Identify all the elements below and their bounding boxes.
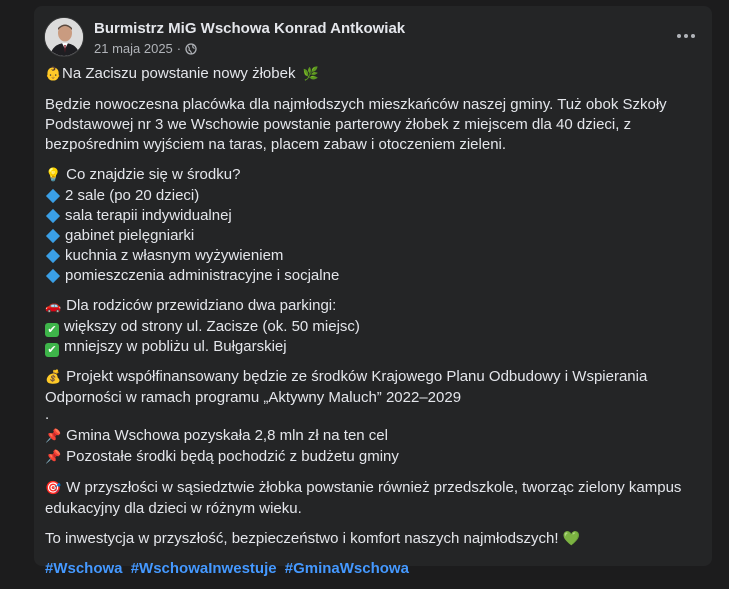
pushpin-emoji-icon: 📌 [45,429,62,444]
list-item: sala terapii indywidualnej [45,206,685,226]
green-heart-icon: 💚 [562,531,581,547]
more-dot [684,34,688,38]
author-name[interactable]: Burmistrz MiG Wschowa Konrad Antkowiak [94,20,405,37]
more-dot [691,34,695,38]
list-item-text: 2 sale (po 20 dzieci) [65,187,200,204]
check-mark-icon: ✔ [45,343,59,357]
post-body: 👶Na Zaciszu powstanie nowy żłobek 🌿 Będz… [45,64,685,589]
blue-diamond-icon [45,188,61,204]
money-list: 📌 Gmina Wschowa pozyskała 2,8 mln zł na … [45,426,685,468]
future-paragraph: 🎯 W przyszłości w sąsiedztwie żłobka pow… [45,478,685,519]
hashtag-link[interactable]: #WschowaInwestuje [131,560,277,577]
list-item-text: mniejszy w pobliżu ul. Bułgarskiej [64,338,287,355]
parking-list: 🚗 Dla rodziców przewidziano dwa parkingi… [45,296,685,357]
hashtag-link[interactable]: #GminaWschowa [285,560,409,577]
avatar-portrait-icon [45,18,83,56]
future-line: W przyszłości w sąsiedztwie żłobka powst… [66,479,682,496]
list-item: pomieszczenia administracyjne i socjalne [45,266,685,286]
post-date[interactable]: 21 maja 2025 [94,41,173,56]
intro-line: Podstawowej nr 3 we Wschowie powstanie p… [45,116,632,133]
funding-line: Projekt współfinansowany będzie ze środk… [66,368,648,385]
post-meta: 21 maja 2025 · [94,41,197,56]
target-emoji-icon: 🎯 [45,481,62,496]
list-item-text: Gmina Wschowa pozyskała 2,8 mln zł na te… [66,427,388,444]
list-item-text: sala terapii indywidualnej [65,207,232,224]
hashtags: #Wschowa #WschowaInwestuje #GminaWschowa [45,559,685,579]
list-item: ✔ mniejszy w pobliżu ul. Bułgarskiej [45,337,685,357]
intro-line: bezpośrednim wyjściem na taras, placem z… [45,136,507,153]
parking-heading: Dla rodziców przewidziano dwa parkingi: [66,297,337,314]
baby-emoji-icon: 👶 [45,67,62,82]
avatar[interactable] [44,17,84,57]
pushpin-emoji-icon: 📌 [45,450,62,465]
list-item-text: kuchnia z własnym wyżywieniem [65,247,284,264]
globe-icon [185,42,197,55]
list-item: kuchnia z własnym wyżywieniem [45,246,685,266]
inside-heading: Co znajdzie się w środku? [66,166,241,183]
closing-paragraph: To inwestycja w przyszłość, bezpieczeńst… [45,529,685,549]
future-line: edukacyjny dla dzieci w różnym wieku. [45,500,302,517]
list-item-text: gabinet pielęgniarki [65,227,195,244]
post-header: Burmistrz MiG Wschowa Konrad Antkowiak 2… [44,14,702,64]
money-bag-emoji-icon: 💰 [45,370,62,385]
list-item-text: pomieszczenia administracyjne i socjalne [65,267,340,284]
post-card: Burmistrz MiG Wschowa Konrad Antkowiak 2… [34,6,712,577]
funding-line: Odporności w ramach programu „Aktywny Ma… [45,389,462,406]
list-item-text: Pozostałe środki będą pochodzić z budżet… [66,448,399,465]
hashtag-link[interactable]: #Wschowa [45,560,123,577]
list-item: gabinet pielęgniarki [45,226,685,246]
headline-paragraph: 👶Na Zaciszu powstanie nowy żłobek 🌿 [45,64,685,85]
list-item: 📌 Gmina Wschowa pozyskała 2,8 mln zł na … [45,426,685,447]
closing-text: To inwestycja w przyszłość, bezpieczeńst… [45,530,559,547]
headline-text: Na Zaciszu powstanie nowy żłobek [62,65,296,82]
blue-diamond-icon [45,248,61,264]
check-mark-icon: ✔ [45,323,59,337]
list-item: 📌 Pozostałe środki będą pochodzić z budż… [45,447,685,468]
blue-diamond-icon [45,208,61,224]
more-dot [677,34,681,38]
lightbulb-emoji-icon: 💡 [45,168,62,183]
herb-emoji-icon: 🌿 [302,67,319,82]
intro-paragraph: Będzie nowoczesna placówka dla najmłodsz… [45,95,685,155]
dot-line: . [45,406,50,423]
meta-separator: · [176,41,182,56]
funding-paragraph: 💰 Projekt współfinansowany będzie ze śro… [45,367,685,422]
list-item-text: większy od strony ul. Zacisze (ok. 50 mi… [64,318,360,335]
list-item: ✔ większy od strony ul. Zacisze (ok. 50 m… [45,317,685,337]
inside-list: 💡 Co znajdzie się w środku? 2 sale (po 2… [45,165,685,286]
more-options-button[interactable] [672,26,700,46]
blue-diamond-icon [45,228,61,244]
intro-line: Będzie nowoczesna placówka dla najmłodsz… [45,96,667,113]
car-emoji-icon: 🚗 [45,299,62,314]
blue-diamond-icon [45,268,61,284]
list-item: 2 sale (po 20 dzieci) [45,186,685,206]
